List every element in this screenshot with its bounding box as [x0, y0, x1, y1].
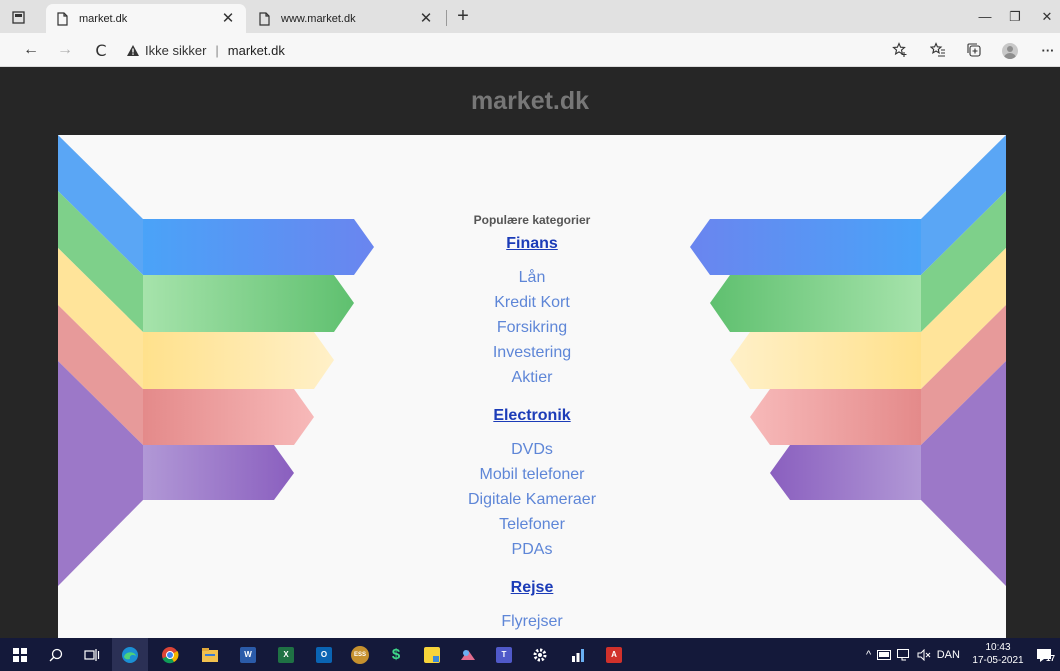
task-view-icon[interactable] [74, 638, 110, 671]
favorite-add-icon[interactable] [888, 39, 912, 61]
site-title: market.dk [470, 87, 590, 115]
forward-button[interactable]: → [52, 39, 78, 61]
ess-icon[interactable]: ESS [342, 638, 378, 671]
category-link[interactable]: DVDs [432, 440, 632, 465]
category-link[interactable]: PDAs [432, 540, 632, 565]
tab-actions-icon [11, 10, 25, 24]
security-label[interactable]: Ikke sikker [145, 43, 206, 58]
page-viewport: market.dk Populære kategorier Finans Lån… [0, 67, 1060, 638]
category-link[interactable]: Digitale Kameraer [432, 490, 632, 515]
clock-time: 10:43 [985, 642, 1011, 653]
tab-actions-button[interactable] [6, 8, 30, 26]
more-icon[interactable]: ··· [1036, 39, 1060, 61]
snip-icon[interactable] [450, 638, 486, 671]
new-tab-button[interactable]: + [452, 6, 474, 28]
tray-chevron-icon[interactable]: ^ [866, 649, 871, 661]
teams-icon[interactable]: T [486, 638, 522, 671]
category-link[interactable]: Lån [432, 268, 632, 293]
network-icon[interactable] [877, 649, 892, 660]
back-button[interactable]: ← [18, 39, 44, 61]
clock-date: 17-05-2021 [972, 655, 1024, 666]
url-text[interactable]: market.dk [228, 43, 285, 58]
category-link[interactable]: Mobil telefoner [432, 465, 632, 490]
tab-title: www.market.dk [281, 12, 356, 25]
category-link[interactable]: Forsikring [432, 318, 632, 343]
acrobat-icon[interactable]: A [596, 638, 632, 671]
page-icon [57, 11, 68, 26]
favorites-icon[interactable] [926, 39, 950, 61]
tab-strip: market.dk ✕ www.market.dk ✕ + — ❐ ✕ [0, 0, 1060, 33]
dollar-app-icon[interactable]: $ [378, 638, 414, 671]
warning-icon [127, 44, 139, 56]
category-link[interactable]: Aktier [432, 368, 632, 393]
file-explorer-icon[interactable] [192, 638, 228, 671]
tab-close-button[interactable]: ✕ [220, 11, 236, 26]
system-tray: ^ DAN [866, 638, 966, 671]
category-link[interactable]: Telefoner [432, 515, 632, 540]
notifications-count: 17 [1046, 654, 1055, 663]
tab-separator [446, 10, 447, 26]
address-bar[interactable]: Ikke sikker | market.dk [126, 38, 886, 62]
tab-www-market-dk[interactable]: www.market.dk ✕ [248, 4, 444, 33]
close-window-button[interactable]: ✕ [1028, 0, 1060, 33]
settings-icon[interactable] [522, 638, 558, 671]
word-icon[interactable]: W [230, 638, 266, 671]
category-link[interactable]: Flyrejser [432, 612, 632, 637]
category-link[interactable]: Kredit Kort [432, 293, 632, 318]
volume-muted-icon[interactable] [917, 648, 931, 661]
clock[interactable]: 10:43 17-05-2021 [968, 641, 1028, 667]
chart-app-icon[interactable] [560, 638, 596, 671]
category-rejse[interactable]: Rejse [432, 577, 632, 612]
address-divider: | [215, 42, 219, 58]
category-finans[interactable]: Finans [432, 233, 632, 268]
windows-taskbar: W X O ESS $ T A ^ DAN 10:43 17-05-2021 1… [0, 638, 1060, 671]
sticky-notes-icon[interactable] [414, 638, 450, 671]
edge-icon[interactable] [112, 638, 148, 671]
content-card: Populære kategorier Finans Lån Kredit Ko… [58, 135, 1006, 638]
tab-title: market.dk [79, 12, 128, 25]
language-indicator[interactable]: DAN [937, 649, 960, 661]
start-icon[interactable] [2, 638, 38, 671]
reload-button[interactable]: C [88, 39, 114, 61]
browser-toolbar: ← → C Ikke sikker | market.dk ··· [0, 33, 1060, 67]
profile-icon[interactable] [1002, 43, 1018, 59]
collections-icon[interactable] [962, 39, 986, 61]
popular-categories: Populære kategorier Finans Lån Kredit Ko… [432, 212, 632, 637]
category-electronik[interactable]: Electronik [432, 405, 632, 440]
categories-heading: Populære kategorier [473, 213, 591, 227]
chrome-icon[interactable] [152, 638, 188, 671]
page-icon [259, 11, 270, 26]
outlook-icon[interactable]: O [306, 638, 342, 671]
display-icon[interactable] [896, 648, 911, 661]
tab-market-dk[interactable]: market.dk ✕ [46, 4, 246, 33]
excel-icon[interactable]: X [268, 638, 304, 671]
category-link[interactable]: Investering [432, 343, 632, 368]
notifications-icon[interactable]: 17 [1028, 638, 1060, 671]
search-icon[interactable] [38, 638, 74, 671]
tab-close-button[interactable]: ✕ [418, 11, 434, 26]
